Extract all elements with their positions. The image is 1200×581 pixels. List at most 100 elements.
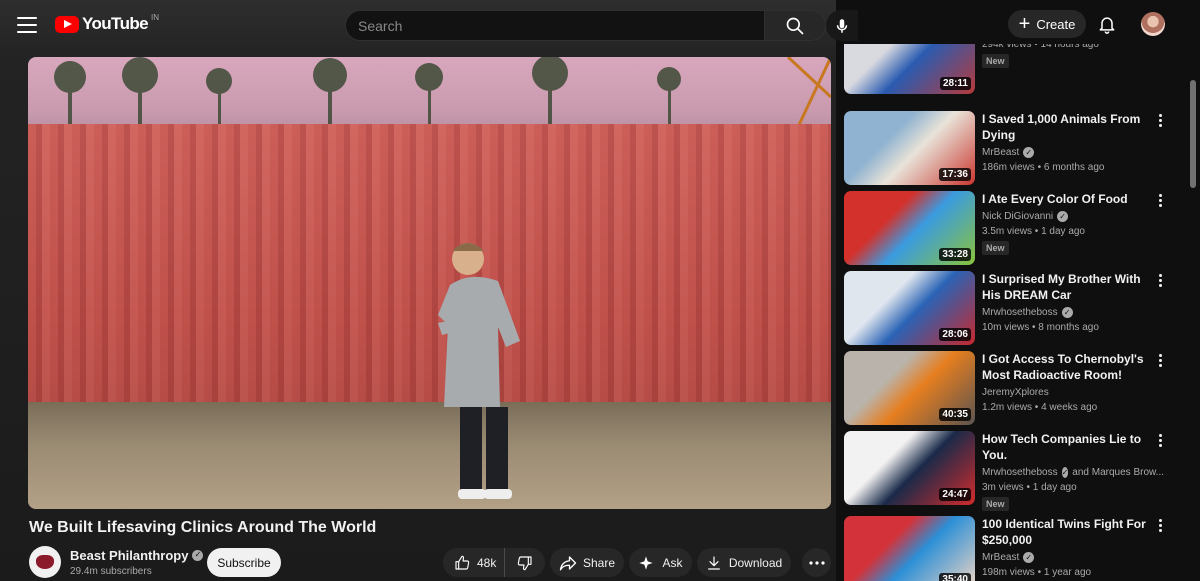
notifications-button[interactable] xyxy=(1097,13,1117,35)
recommendation-channel[interactable]: Mrwhosetheboss xyxy=(982,307,1058,318)
video-player[interactable] xyxy=(28,57,831,509)
recommendation-meta: 186m views • 6 months ago xyxy=(982,162,1105,173)
recommendation-meta: 10m views • 8 months ago xyxy=(982,322,1099,333)
more-vertical-icon[interactable] xyxy=(1157,114,1163,130)
recommendation-item[interactable]: 28:06 I Surprised My Brother With His DR… xyxy=(844,271,1184,346)
video-thumbnail[interactable]: 35:40 xyxy=(844,516,975,581)
recommendation-channel-row: MrBeast xyxy=(982,552,1162,563)
youtube-play-icon xyxy=(55,15,79,33)
more-horizontal-icon xyxy=(808,560,825,565)
logo-text: YouTube xyxy=(82,14,149,33)
share-label: Share xyxy=(582,555,616,570)
download-button[interactable]: Download xyxy=(697,548,791,577)
recommendation-title[interactable]: I Ate Every Color Of Food xyxy=(982,191,1162,207)
recommendation-channel-extra: and Marques Brow... xyxy=(1072,467,1165,478)
dislike-button[interactable] xyxy=(505,548,545,577)
more-actions-button[interactable] xyxy=(802,548,831,577)
share-button[interactable]: Share xyxy=(550,548,624,577)
recommendation-channel-row: JeremyXplores xyxy=(982,387,1162,398)
recommendation-info: I Surprised My Brother With His DREAM Ca… xyxy=(982,271,1162,333)
verified-icon xyxy=(1061,307,1073,318)
recommendation-info: 100 Identical Twins Fight For $250,000 M… xyxy=(982,516,1162,578)
recommendation-title[interactable]: 100 Identical Twins Fight For $250,000 xyxy=(982,516,1162,548)
channel-avatar[interactable] xyxy=(29,546,61,578)
menu-icon[interactable] xyxy=(17,17,37,33)
like-button[interactable]: 48k xyxy=(443,548,505,577)
ask-label: Ask xyxy=(662,555,683,570)
recommendation-channel[interactable]: JeremyXplores xyxy=(982,387,1049,398)
subscriber-count: 29.4m subscribers xyxy=(70,565,152,577)
search-input[interactable] xyxy=(358,17,764,34)
video-thumbnail[interactable]: 17:36 xyxy=(844,111,975,185)
create-button[interactable]: + Create xyxy=(1008,10,1086,38)
video-thumbnail[interactable]: 28:06 xyxy=(844,271,975,345)
video-frame-person xyxy=(438,243,520,499)
verified-icon xyxy=(1023,552,1035,563)
video-thumbnail[interactable]: 40:35 xyxy=(844,351,975,425)
sidebar-scrollbar[interactable] xyxy=(1190,80,1196,188)
sparkle-icon xyxy=(639,555,654,570)
recommendation-channel[interactable]: Mrwhosetheboss xyxy=(982,467,1058,478)
recommendation-channel[interactable]: Nick DiGiovanni xyxy=(982,211,1053,222)
recommendation-channel[interactable]: MrBeast xyxy=(982,147,1019,158)
recommendation-title[interactable]: How Tech Companies Lie to You. xyxy=(982,431,1162,463)
recommendation-title[interactable]: I Saved 1,000 Animals From Dying xyxy=(982,111,1162,143)
more-vertical-icon[interactable] xyxy=(1157,434,1163,450)
recommendation-meta: 198m views • 1 year ago xyxy=(982,567,1092,578)
recommendation-info: I Ate Every Color Of Food Nick DiGiovann… xyxy=(982,191,1162,256)
video-duration: 33:28 xyxy=(939,248,971,261)
video-title: We Built Lifesaving Clinics Around The W… xyxy=(29,519,377,536)
voice-search-button[interactable] xyxy=(826,10,858,41)
recommendation-item[interactable]: 35:40 100 Identical Twins Fight For $250… xyxy=(844,516,1184,581)
new-badge: New xyxy=(982,497,1009,511)
ask-button[interactable]: Ask xyxy=(629,548,692,577)
video-duration: 28:06 xyxy=(939,328,971,341)
video-thumbnail[interactable]: 24:47 xyxy=(844,431,975,505)
recommendation-title[interactable]: I Surprised My Brother With His DREAM Ca… xyxy=(982,271,1162,303)
recommendation-info: How Tech Companies Lie to You. Mrwhoseth… xyxy=(982,431,1165,512)
recommendation-meta: 3m views • 1 day ago xyxy=(982,482,1077,493)
more-vertical-icon[interactable] xyxy=(1157,354,1163,370)
channel-name-row: Beast Philanthropy xyxy=(70,548,204,563)
search-button[interactable] xyxy=(764,10,826,41)
verified-icon xyxy=(192,549,204,561)
recommendation-title[interactable]: I Got Access To Chernobyl's Most Radioac… xyxy=(982,351,1162,383)
youtube-logo[interactable]: YouTube IN xyxy=(55,13,159,34)
recommendation-meta: 3.5m views • 1 day ago xyxy=(982,226,1085,237)
recommendation-channel-row: MrBeast xyxy=(982,147,1162,158)
recommendation-channel-row: Mrwhosetheboss xyxy=(982,307,1162,318)
video-duration: 24:47 xyxy=(939,488,971,501)
recommendation-item[interactable]: 17:36 I Saved 1,000 Animals From Dying M… xyxy=(844,111,1184,186)
recommendation-item[interactable]: 24:47 How Tech Companies Lie to You. Mrw… xyxy=(844,431,1184,511)
subscribe-button[interactable]: Subscribe xyxy=(207,548,281,577)
new-badge: New xyxy=(982,54,1009,68)
recommendation-channel[interactable]: MrBeast xyxy=(982,552,1019,563)
bell-icon xyxy=(1099,17,1115,34)
plus-icon: + xyxy=(1018,13,1031,35)
recommendation-meta: 1.2m views • 4 weeks ago xyxy=(982,402,1098,413)
more-vertical-icon[interactable] xyxy=(1157,519,1163,535)
recommendation-info: I Saved 1,000 Animals From Dying MrBeast… xyxy=(982,111,1162,173)
recommendation-item[interactable]: 33:28 I Ate Every Color Of Food Nick DiG… xyxy=(844,191,1184,266)
more-vertical-icon[interactable] xyxy=(1157,194,1163,210)
thumbs-down-icon xyxy=(517,555,532,570)
thumbs-up-icon xyxy=(455,555,470,570)
verified-icon xyxy=(1057,211,1069,222)
recommendations-panel: 28:11 Jesse James West 294k views • 14 h… xyxy=(836,44,1200,581)
channel-name[interactable]: Beast Philanthropy xyxy=(70,548,188,563)
video-duration: 40:35 xyxy=(939,408,971,421)
share-icon xyxy=(559,555,577,570)
download-label: Download xyxy=(728,555,783,570)
download-icon xyxy=(707,555,720,570)
account-avatar[interactable] xyxy=(1141,12,1165,36)
channel-info: Beast Philanthropy 29.4m subscribers xyxy=(70,548,204,577)
create-label: Create xyxy=(1036,16,1076,32)
new-badge: New xyxy=(982,241,1009,255)
recommendation-item[interactable]: 40:35 I Got Access To Chernobyl's Most R… xyxy=(844,351,1184,426)
video-thumbnail[interactable]: 33:28 xyxy=(844,191,975,265)
like-count: 48k xyxy=(477,555,497,570)
more-vertical-icon[interactable] xyxy=(1157,274,1163,290)
recommendation-channel-row: Mrwhosetheboss and Marques Brow... xyxy=(982,467,1165,478)
search-box xyxy=(345,10,765,41)
video-duration: 35:40 xyxy=(939,573,971,581)
